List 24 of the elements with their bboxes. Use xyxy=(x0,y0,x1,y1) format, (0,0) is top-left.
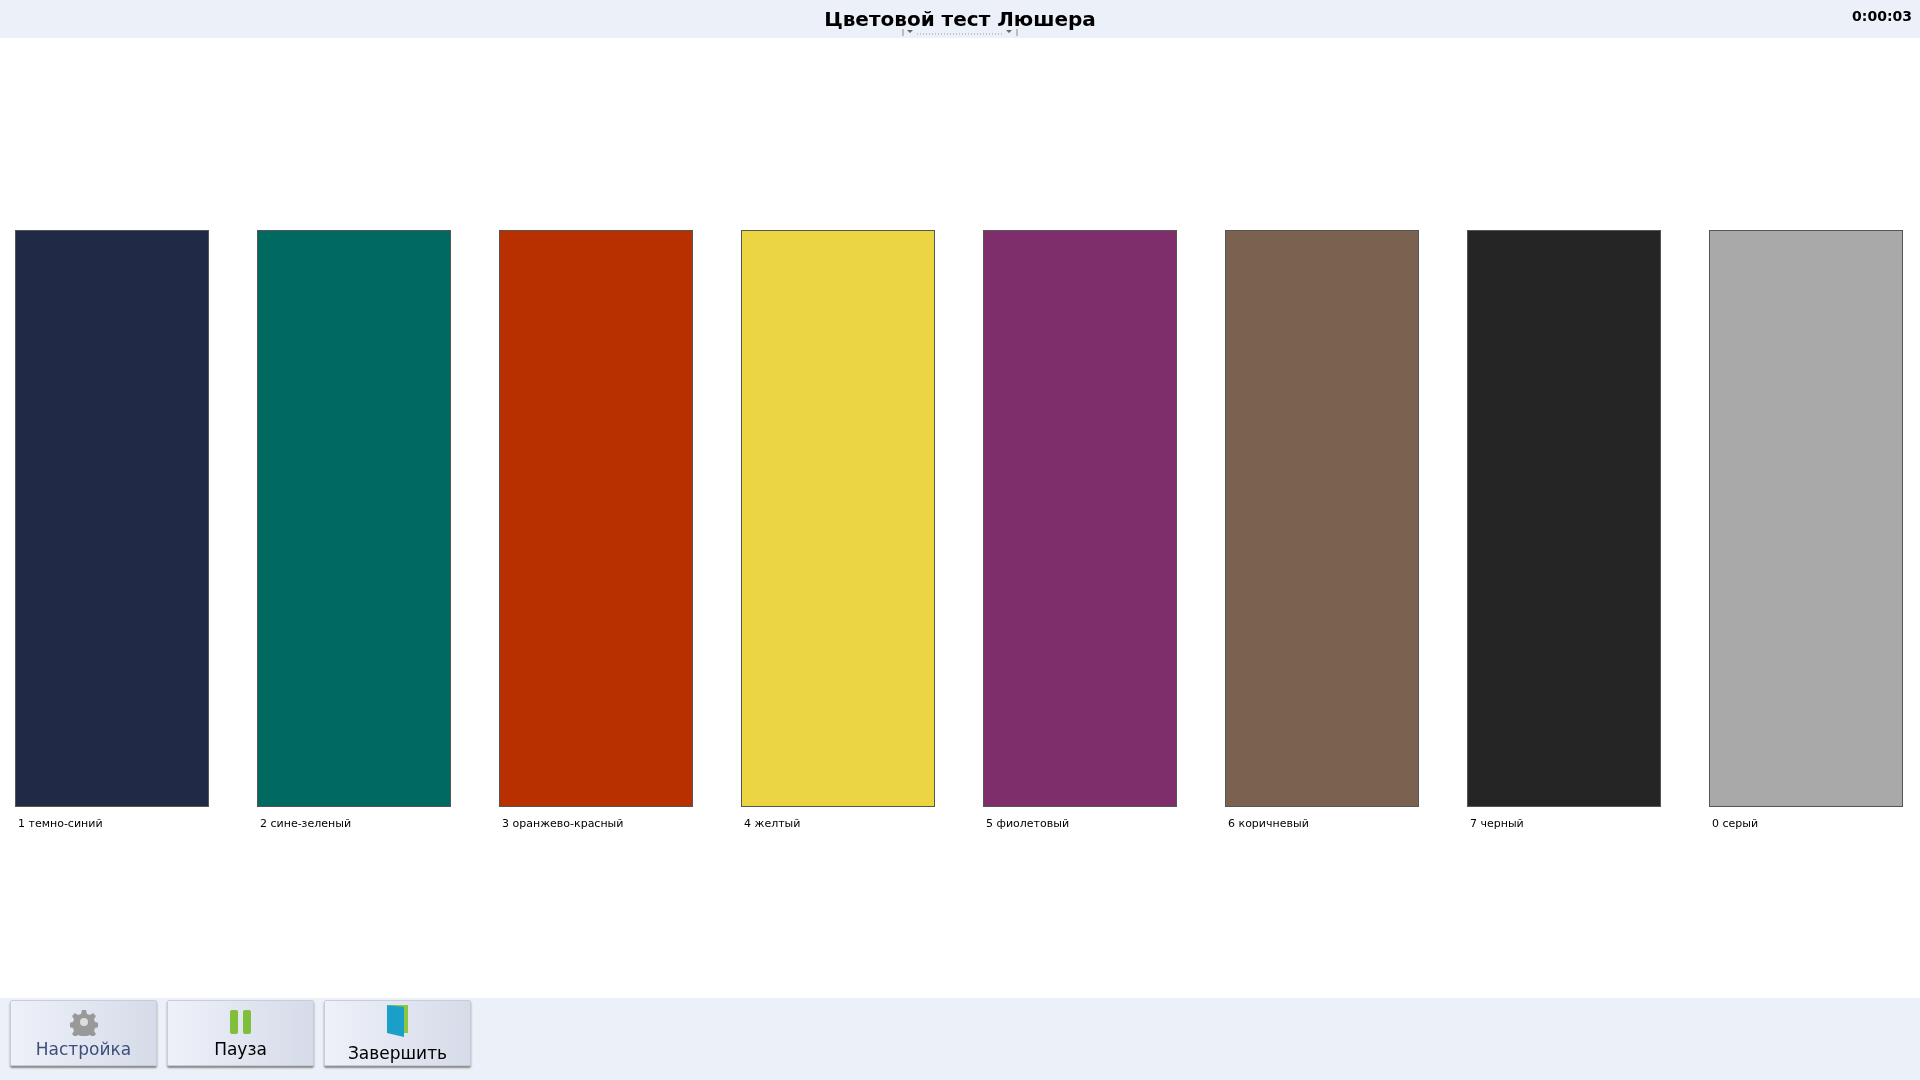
color-swatch[interactable] xyxy=(257,230,451,807)
window-title: Цветовой тест Люшера xyxy=(824,7,1096,31)
book-icon xyxy=(384,1003,411,1040)
swatch-label: 1 темно-синий xyxy=(17,817,104,830)
color-swatch[interactable] xyxy=(15,230,209,807)
color-swatch[interactable] xyxy=(1709,230,1903,807)
timer: 0:00:03 xyxy=(1852,8,1912,24)
pause-icon xyxy=(227,1007,254,1036)
color-swatch[interactable] xyxy=(983,230,1177,807)
color-swatch[interactable] xyxy=(1225,230,1419,807)
gear-icon xyxy=(69,1007,98,1036)
swatch-label: 3 оранжево-красный xyxy=(501,817,625,830)
color-swatch[interactable] xyxy=(499,230,693,807)
swatch-label: 0 серый xyxy=(1711,817,1760,830)
swatch-label: 5 фиолетовый xyxy=(985,817,1071,830)
color-swatch[interactable] xyxy=(1467,230,1661,807)
color-swatch[interactable] xyxy=(741,230,935,807)
pause-button[interactable]: Пауза xyxy=(167,1000,314,1066)
finish-button[interactable]: Завершить xyxy=(324,1000,471,1066)
swatch-label: 4 желтый xyxy=(743,817,802,830)
swatch-label: 2 сине-зеленый xyxy=(259,817,353,830)
swatch-label: 6 коричневый xyxy=(1227,817,1310,830)
drag-handle-icon xyxy=(902,29,1018,37)
swatch-label: 7 черный xyxy=(1469,817,1525,830)
